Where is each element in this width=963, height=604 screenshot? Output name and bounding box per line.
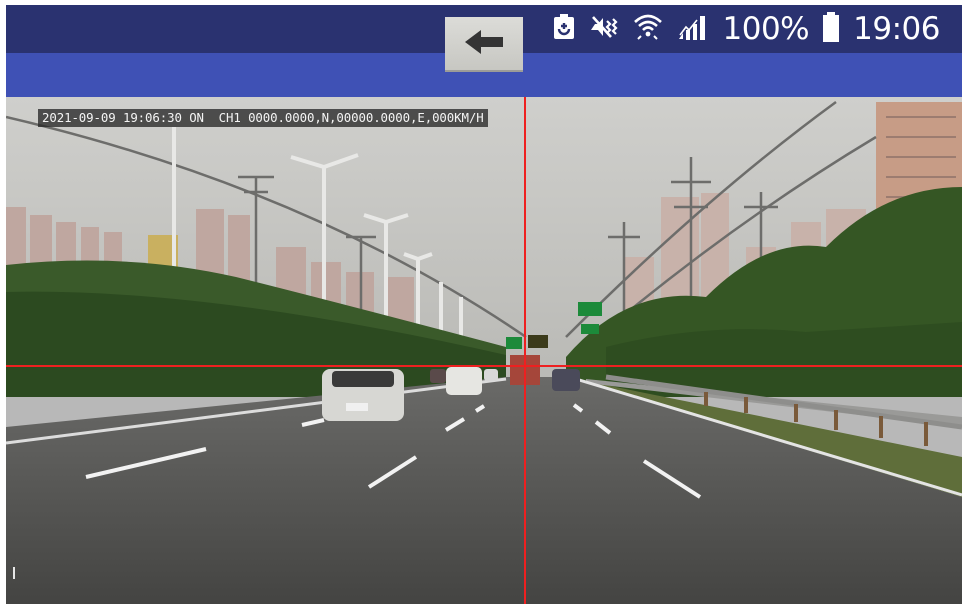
timestamp-gps-overlay: 2021-09-09 19:06:30 ON CH1 0000.0000,N,0… [38,109,488,127]
horizon-guide [6,365,962,367]
vertical-center-guide [524,97,526,604]
video-view[interactable]: 2021-09-09 19:06:30 ON CH1 0000.0000,N,0… [6,97,962,604]
back-arrow-icon [463,28,505,60]
signal-bars-icon [677,13,709,45]
status-time: 19:06 [853,11,940,47]
battery-icon [823,12,840,46]
battery-percent: 100% [722,11,810,47]
vibrate-mute-icon [589,14,619,44]
back-button[interactable] [445,17,523,72]
dashcam-frame [6,97,962,604]
wifi-icon [633,13,663,45]
edge-mark [13,567,15,579]
battery-saver-icon [553,14,575,44]
status-icons: 100% 19:06 [553,11,940,47]
